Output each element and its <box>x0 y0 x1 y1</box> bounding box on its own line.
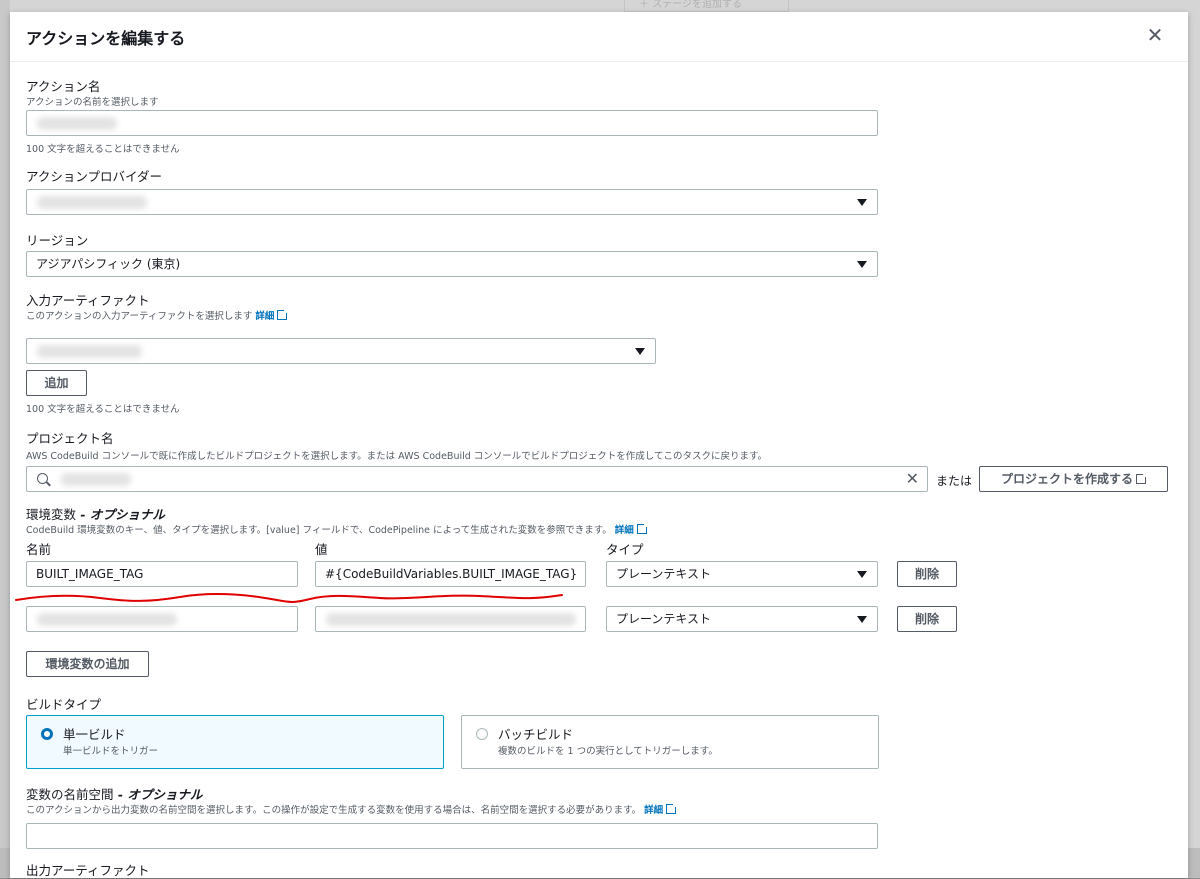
optional-tag: - オプショナル <box>76 507 165 522</box>
column-name-header: 名前 <box>26 542 52 557</box>
redacted-value <box>37 117 117 130</box>
env-var-type-select[interactable]: プレーンテキスト <box>606 606 878 632</box>
variable-namespace-learn-more-link[interactable]: 詳細 <box>644 802 679 816</box>
action-provider-label: アクションプロバイダー <box>26 169 163 184</box>
background-left-edge <box>0 0 10 878</box>
env-var-value-input[interactable] <box>315 606 586 632</box>
learn-more-text: 詳細 <box>255 311 275 322</box>
close-icon[interactable]: ✕ <box>1144 24 1166 46</box>
input-artifacts-hint: 100 文字を超えることはできません <box>26 404 180 415</box>
option-description: 単一ビルドをトリガー <box>63 746 159 757</box>
env-vars-description-text: CodeBuild 環境変数のキー、値、タイプを選択します。[value] フィ… <box>26 525 612 536</box>
chevron-down-icon <box>635 348 645 355</box>
add-input-artifact-button[interactable]: 追加 <box>26 370 87 396</box>
env-var-name-input[interactable]: BUILT_IMAGE_TAG <box>26 561 298 587</box>
project-name-description: AWS CodeBuild コンソールで既に作成したビルドプロジェクトを選択しま… <box>26 451 768 462</box>
edit-action-modal: アクションを編集する ✕ アクション名 アクションの名前を選択します 100 文… <box>10 12 1188 878</box>
env-vars-label: 環境変数 - オプショナル <box>26 504 165 523</box>
variable-namespace-title: 変数の名前空間 <box>26 787 114 802</box>
env-vars-description: CodeBuild 環境変数のキー、値、タイプを選択します。[value] フィ… <box>26 522 649 536</box>
background-add-stage-hint: ＋ ステージを追加する <box>624 0 789 12</box>
column-value-header: 値 <box>315 542 328 557</box>
redacted-value <box>37 345 142 358</box>
variable-namespace-input[interactable] <box>26 823 878 849</box>
learn-more-text: 詳細 <box>614 525 634 536</box>
env-var-name-input[interactable] <box>26 606 298 632</box>
region-label: リージョン <box>26 233 89 248</box>
external-link-icon <box>1136 472 1148 484</box>
or-text: または <box>936 474 973 488</box>
build-type-batch-option[interactable]: バッチビルド 複数のビルドを 1 つの実行としてトリガーします。 <box>461 715 879 769</box>
env-var-type-value: プレーンテキスト <box>616 612 712 626</box>
project-search-input[interactable]: ✕ <box>26 466 928 492</box>
action-name-label: アクション名 <box>26 79 101 94</box>
radio-selected-icon <box>41 728 53 740</box>
redacted-value <box>326 613 576 626</box>
option-description: 複数のビルドを 1 つの実行としてトリガーします。 <box>498 746 718 757</box>
modal-title: アクションを編集する <box>26 29 186 48</box>
input-artifacts-learn-more-link[interactable]: 詳細 <box>255 308 290 322</box>
external-link-icon <box>277 308 290 320</box>
redacted-value <box>37 613 177 626</box>
env-vars-title: 環境変数 <box>26 507 77 522</box>
action-name-hint: 100 文字を超えることはできません <box>26 144 180 155</box>
output-artifacts-label: 出力アーティファクト <box>26 863 150 878</box>
option-title: バッチビルド <box>498 727 574 742</box>
chevron-down-icon <box>857 571 867 578</box>
input-artifacts-label: 入力アーティファクト <box>26 293 150 308</box>
variable-namespace-description-text: このアクションから出力変数の名前空間を選択します。この操作が設定で生成する変数を… <box>26 805 642 816</box>
external-link-icon <box>636 522 649 534</box>
delete-env-var-button[interactable]: 削除 <box>897 561 957 587</box>
create-project-button[interactable]: プロジェクトを作成する <box>979 466 1168 492</box>
action-provider-select[interactable] <box>26 189 878 215</box>
redacted-value <box>61 473 131 486</box>
modal-header: アクションを編集する ✕ <box>10 12 1188 62</box>
optional-tag: - オプショナル <box>113 787 203 802</box>
column-type-header: タイプ <box>606 542 644 557</box>
add-env-var-button[interactable]: 環境変数の追加 <box>26 651 149 677</box>
input-artifacts-description-text: このアクションの入力アーティファクトを選択します <box>26 311 253 322</box>
action-name-input[interactable] <box>26 110 878 136</box>
option-title: 単一ビルド <box>63 727 126 742</box>
region-value: アジアパシフィック (東京) <box>36 257 181 271</box>
action-name-description: アクションの名前を選択します <box>26 97 159 108</box>
chevron-down-icon <box>857 199 867 206</box>
chevron-down-icon <box>857 261 867 268</box>
radio-unselected-icon <box>476 728 488 740</box>
delete-env-var-button[interactable]: 削除 <box>897 606 957 632</box>
external-link-icon <box>666 802 679 814</box>
env-vars-learn-more-link[interactable]: 詳細 <box>614 522 649 536</box>
learn-more-text: 詳細 <box>644 805 664 816</box>
input-artifacts-description: このアクションの入力アーティファクトを選択します 詳細 <box>26 308 290 322</box>
variable-namespace-description: このアクションから出力変数の名前空間を選択します。この操作が設定で生成する変数を… <box>26 802 679 816</box>
build-type-label: ビルドタイプ <box>26 697 102 712</box>
redacted-value <box>37 196 147 209</box>
clear-icon[interactable]: ✕ <box>906 467 919 491</box>
project-name-label: プロジェクト名 <box>26 431 114 446</box>
search-icon <box>37 473 48 484</box>
chevron-down-icon <box>857 616 867 623</box>
build-type-single-option[interactable]: 単一ビルド 単一ビルドをトリガー <box>26 715 444 769</box>
create-project-label: プロジェクトを作成する <box>1000 472 1133 486</box>
env-var-value-input[interactable]: #{CodeBuildVariables.BUILT_IMAGE_TAG} <box>315 561 586 587</box>
region-select[interactable]: アジアパシフィック (東京) <box>26 251 878 277</box>
input-artifact-select[interactable] <box>26 338 656 364</box>
env-var-type-value: プレーンテキスト <box>616 567 712 581</box>
env-var-type-select[interactable]: プレーンテキスト <box>606 561 878 587</box>
variable-namespace-label: 変数の名前空間 - オプショナル <box>26 784 202 803</box>
